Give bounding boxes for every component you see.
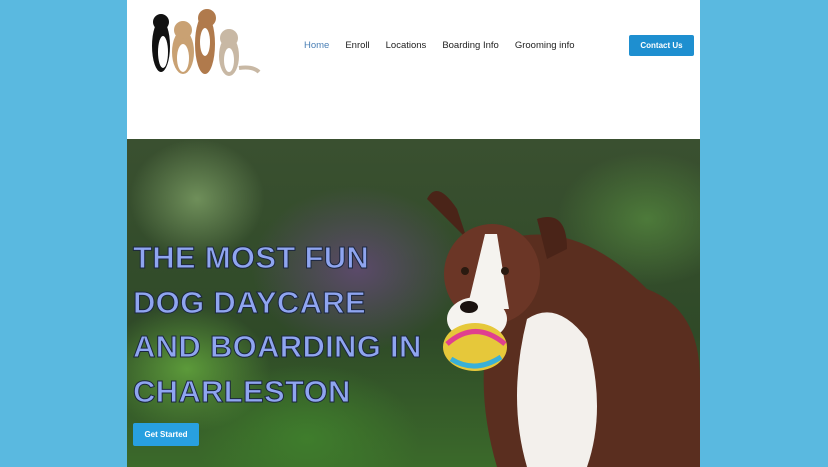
hero-title-line: CHARLESTON bbox=[133, 373, 351, 409]
hero-title: THE MOST FUN DOG DAYCARE AND BOARDING IN… bbox=[133, 236, 422, 414]
page: Home Enroll Locations Boarding Info Groo… bbox=[127, 0, 700, 467]
nav-boarding-info[interactable]: Boarding Info bbox=[442, 40, 499, 51]
nav-enroll[interactable]: Enroll bbox=[345, 40, 369, 51]
nav-grooming-info[interactable]: Grooming info bbox=[515, 40, 575, 51]
contact-us-button[interactable]: Contact Us bbox=[629, 35, 694, 56]
logo-dogs-image[interactable] bbox=[141, 6, 267, 82]
hero-section: THE MOST FUN DOG DAYCARE AND BOARDING IN… bbox=[127, 139, 700, 467]
nav-home[interactable]: Home bbox=[304, 40, 329, 51]
hero-title-line: DOG DAYCARE bbox=[133, 284, 367, 320]
nav-locations[interactable]: Locations bbox=[386, 40, 427, 51]
hero-title-line: THE MOST FUN bbox=[133, 240, 370, 276]
get-started-button[interactable]: Get Started bbox=[133, 423, 199, 446]
site-header: Home Enroll Locations Boarding Info Groo… bbox=[127, 0, 700, 139]
dog-photo bbox=[427, 191, 700, 467]
hero-title-line: AND BOARDING IN bbox=[133, 329, 422, 365]
main-nav: Home Enroll Locations Boarding Info Groo… bbox=[304, 40, 575, 51]
